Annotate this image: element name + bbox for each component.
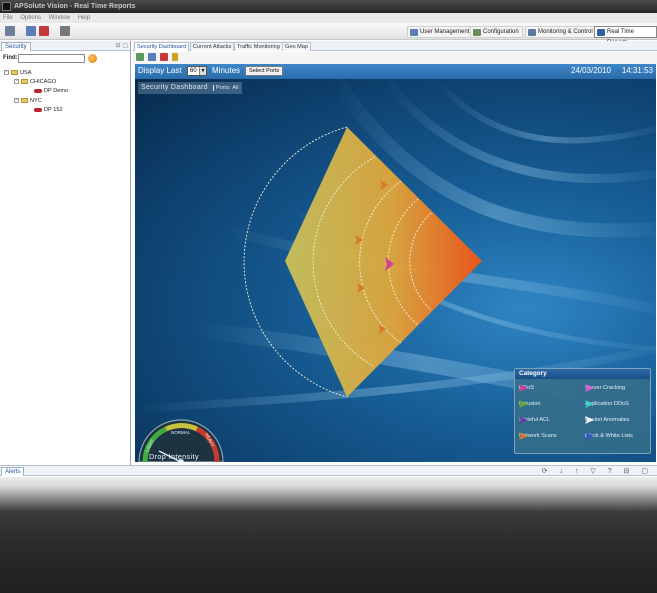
- users-icon: [410, 29, 418, 36]
- collapse-icon[interactable]: -: [4, 70, 9, 76]
- pdf-icon[interactable]: [160, 53, 168, 61]
- menu-options[interactable]: Options: [20, 15, 41, 21]
- refresh-icon[interactable]: [5, 26, 15, 36]
- tree-node-dp-152[interactable]: DP 152: [34, 107, 63, 114]
- minutes-select[interactable]: 60 ▼: [187, 66, 207, 76]
- tab-security-dashboard[interactable]: Security Dashboard: [134, 42, 190, 51]
- security-tab[interactable]: Security: [1, 42, 31, 51]
- tree-node-dp-demo[interactable]: DP Demo: [34, 88, 68, 95]
- title-bar: APSolute Vision - Real Time Reports: [0, 0, 657, 13]
- find-input[interactable]: [18, 54, 85, 63]
- tree-label: NYC: [30, 98, 42, 104]
- app-icon: [2, 2, 11, 11]
- panel-header: Security ⊟ ▢: [0, 41, 130, 51]
- tab-current-attacks[interactable]: Current Attacks: [190, 42, 235, 51]
- tree-label: DP 152: [44, 107, 63, 113]
- real-time-reports-button[interactable]: Real Time Reports: [594, 26, 657, 46]
- gauge-title: Drop Intensity: [149, 452, 199, 461]
- alerts-bar: Alerts ⟳ ↓ ↑ ▽ ? ⊟ ▢: [0, 465, 657, 476]
- legend-item-packet-anomalies[interactable]: Packet Anomalies: [585, 416, 629, 424]
- collapse-icon[interactable]: -: [14, 98, 19, 104]
- dashboard-toolbar: [133, 52, 657, 64]
- main-area: Security Dashboard Current Attacks Traff…: [133, 41, 657, 465]
- dashboard-header: Display Last 60 ▼ Minutes Select Ports 24…: [135, 64, 656, 79]
- minutes-value: 60: [190, 68, 197, 74]
- window-title: APSolute Vision - Real Time Reports: [14, 3, 136, 10]
- collapse-icon[interactable]: -: [14, 79, 19, 85]
- monitoring-control-button[interactable]: Monitoring & Control: [525, 26, 597, 38]
- tree-node-usa[interactable]: - USA: [4, 70, 32, 77]
- report-icon: [597, 29, 605, 36]
- monitor-icon: [528, 29, 536, 36]
- dashboard-title: Security Dashboard: [141, 84, 208, 91]
- alerts-tab[interactable]: Alerts: [1, 467, 25, 476]
- folder-icon: [21, 79, 28, 85]
- minutes-label: Minutes: [212, 66, 241, 75]
- legend-item-application-ddos[interactable]: Application DDoS: [585, 400, 629, 408]
- gauge-label-normal: NORMAL: [171, 430, 191, 435]
- folder-icon: [11, 70, 18, 76]
- select-ports-button[interactable]: Select Ports: [245, 66, 284, 76]
- reflection-icons: ⟳ ↓ ↑ ▽ ? ⊟ ▢: [539, 508, 651, 515]
- chevron-down-icon[interactable]: ▼: [199, 67, 206, 75]
- tab-geo-map[interactable]: Geo Map: [282, 42, 312, 51]
- alerts-toolbar-icons[interactable]: ⟳ ↓ ↑ ▽ ? ⊟ ▢: [542, 467, 653, 475]
- panel-window-buttons[interactable]: ⊟ ▢: [116, 42, 128, 49]
- menu-help[interactable]: Help: [78, 15, 90, 21]
- tab-traffic-monitoring[interactable]: Traffic Monitoring: [234, 42, 283, 51]
- current-time: 14:31:53: [621, 66, 653, 75]
- current-date: 24/03/2010: [570, 66, 611, 75]
- legend-item-network-scans[interactable]: Network Scans: [519, 432, 557, 440]
- legend-title: Category: [515, 369, 650, 379]
- user-management-label: User Management: [420, 29, 470, 35]
- tree-node-chicago[interactable]: - CHICAGO: [14, 79, 56, 86]
- monitoring-control-label: Monitoring & Control: [538, 29, 593, 35]
- find-row: Find:: [0, 53, 130, 67]
- alerts-pane-reflection: ⟳ ↓ ↑ ▽ ? ⊟ ▢: [0, 477, 657, 593]
- display-last-label: Display Last: [138, 66, 182, 75]
- refresh-icon[interactable]: [136, 53, 144, 61]
- device-icon: [34, 88, 42, 93]
- main-toolbar: User Management Configuration Monitoring…: [0, 23, 657, 46]
- category-legend: Category DDoS Server Cracking Intrusion …: [514, 368, 651, 454]
- legend-item-server-cracking[interactable]: Server Cracking: [585, 384, 625, 392]
- tree-node-nyc[interactable]: - NYC: [14, 98, 42, 105]
- breadcrumb: Security Dashboard Ports: All: [138, 82, 242, 94]
- security-panel: Security ⊟ ▢ Find: - USA - CHICAGO DP Demo…: [0, 41, 131, 465]
- folder-icon: [21, 98, 28, 104]
- radar-wedge: [285, 127, 482, 397]
- app-window: APSolute Vision - Real Time Reports File…: [0, 0, 657, 593]
- report-tabs: Security Dashboard Current Attacks Traff…: [133, 41, 657, 51]
- tree-label: USA: [20, 70, 32, 76]
- menu-bar: File Options Window Help: [0, 13, 657, 23]
- security-dashboard-view: LIGHT NORMAL HEAVY Drop Intensity Securi…: [135, 79, 656, 462]
- legend-item-intrusion[interactable]: Intrusion: [519, 400, 540, 408]
- legend-item-stateful-acl[interactable]: Stateful ACL: [519, 416, 550, 424]
- configuration-button[interactable]: Configuration: [470, 26, 523, 38]
- find-go-icon[interactable]: [88, 54, 97, 63]
- legend-item-black-white-lists[interactable]: Black & White Lists: [585, 432, 633, 440]
- settings-icon[interactable]: [60, 26, 70, 36]
- user-management-button[interactable]: User Management: [407, 26, 474, 38]
- tree-label: CHICAGO: [30, 79, 57, 85]
- menu-window[interactable]: Window: [49, 15, 70, 21]
- menu-file[interactable]: File: [3, 15, 13, 21]
- pdf-icon[interactable]: [39, 26, 49, 36]
- ports-label: Ports:: [212, 85, 231, 91]
- save-icon[interactable]: [148, 53, 156, 61]
- configuration-label: Configuration: [483, 29, 519, 35]
- device-icon: [34, 107, 42, 112]
- save-icon[interactable]: [26, 26, 36, 36]
- bulb-icon[interactable]: [172, 53, 178, 61]
- find-label: Find:: [3, 55, 18, 61]
- legend-item-ddos[interactable]: DDoS: [519, 384, 534, 392]
- ports-value: All: [232, 85, 239, 91]
- tree-label: DP Demo: [44, 88, 69, 94]
- config-icon: [473, 29, 481, 36]
